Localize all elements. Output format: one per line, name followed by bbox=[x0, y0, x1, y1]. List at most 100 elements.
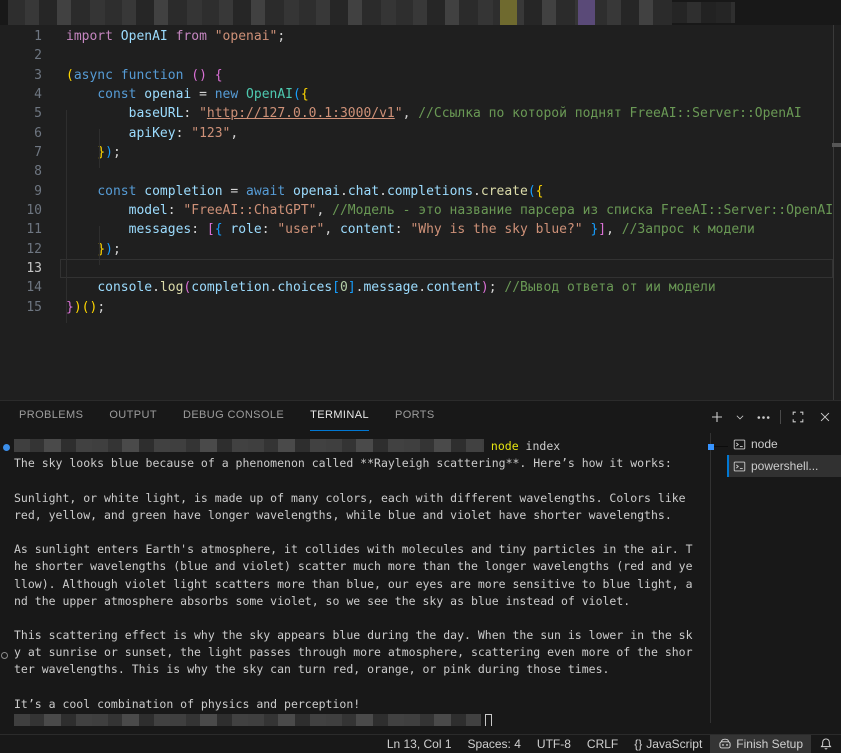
command-decoration-dot[interactable] bbox=[3, 444, 10, 451]
redacted-text bbox=[14, 714, 481, 726]
terminal-line bbox=[14, 713, 710, 726]
terminal-output[interactable]: node indexThe sky looks blue because of … bbox=[0, 434, 710, 726]
terminal-icon bbox=[733, 438, 746, 451]
bell-icon bbox=[819, 737, 833, 751]
titlebar-redacted bbox=[0, 0, 841, 25]
code-text: baseURL: "http://127.0.0.1:3000/v1", //С… bbox=[60, 104, 833, 123]
code-line-3[interactable]: 3(async function () { bbox=[0, 66, 833, 85]
command-decoration-circle[interactable] bbox=[1, 652, 8, 659]
terminal-icon bbox=[733, 460, 746, 473]
code-line-14[interactable]: 14 console.log(completion.choices[0].mes… bbox=[0, 278, 833, 297]
line-number: 1 bbox=[0, 27, 42, 46]
terminal-line: nd the upper atmosphere absorbs some vio… bbox=[14, 593, 710, 610]
status-language-mode[interactable]: {} JavaScript bbox=[626, 735, 710, 753]
code-text bbox=[60, 259, 833, 278]
code-text: }); bbox=[60, 143, 833, 162]
panel-tab-ports[interactable]: PORTS bbox=[395, 401, 435, 431]
line-number: 12 bbox=[0, 240, 42, 259]
panel-header: PROBLEMS OUTPUT DEBUG CONSOLE TERMINAL PORTS bbox=[0, 401, 841, 433]
status-bar: Ln 13, Col 1 Spaces: 4 UTF-8 CRLF {} Jav… bbox=[0, 734, 841, 753]
status-encoding[interactable]: UTF-8 bbox=[529, 735, 579, 753]
code-line-13[interactable]: 13 bbox=[0, 259, 833, 278]
bottom-panel: PROBLEMS OUTPUT DEBUG CONSOLE TERMINAL PORTS bbox=[0, 400, 841, 734]
code-editor[interactable]: 1 import OpenAI from "openai";23(async fu… bbox=[0, 25, 841, 400]
code-line-6[interactable]: 6 apiKey: "123", bbox=[0, 124, 833, 143]
panel-tabs: PROBLEMS OUTPUT DEBUG CONSOLE TERMINAL PORTS bbox=[19, 401, 435, 433]
status-cursor-position[interactable]: Ln 13, Col 1 bbox=[379, 735, 460, 753]
code-text: })(); bbox=[60, 298, 833, 317]
status-indentation[interactable]: Spaces: 4 bbox=[460, 735, 529, 753]
terminal-line: ter wavelengths. This is why the sky can… bbox=[14, 661, 710, 678]
line-number: 7 bbox=[0, 143, 42, 162]
terminal-line: llow). Although violet light scatters mo… bbox=[14, 576, 710, 593]
status-notifications[interactable] bbox=[811, 735, 841, 753]
copilot-icon bbox=[718, 737, 732, 751]
status-eol[interactable]: CRLF bbox=[579, 735, 626, 753]
more-actions-icon[interactable] bbox=[753, 407, 773, 427]
redacted-text bbox=[14, 439, 484, 452]
panel-tab-debug-console[interactable]: DEBUG CONSOLE bbox=[183, 401, 284, 431]
close-panel-icon[interactable] bbox=[815, 407, 835, 427]
code-line-5[interactable]: 5 baseURL: "http://127.0.0.1:3000/v1", /… bbox=[0, 104, 833, 123]
overview-ruler-marker bbox=[832, 143, 841, 147]
terminal-line: Sunlight, or white light, is made up of … bbox=[14, 490, 710, 507]
terminal-cursor bbox=[485, 714, 492, 726]
line-number: 4 bbox=[0, 85, 42, 104]
line-number: 10 bbox=[0, 201, 42, 220]
terminal-label: powershell... bbox=[751, 459, 818, 473]
terminal-line: This scattering effect is why the sky ap… bbox=[14, 627, 710, 644]
terminal-line: The sky looks blue because of a phenomen… bbox=[14, 455, 710, 472]
editor-lines: 1 import OpenAI from "openai";23(async fu… bbox=[0, 27, 833, 317]
code-text: const openai = new OpenAI({ bbox=[60, 85, 833, 104]
terminal-line: node index bbox=[14, 438, 710, 455]
code-line-2[interactable]: 2 bbox=[0, 46, 833, 65]
code-line-8[interactable]: 8 bbox=[0, 162, 833, 181]
redacted-tabs-2 bbox=[672, 2, 735, 23]
redacted-accent-1 bbox=[500, 0, 517, 25]
panel-actions bbox=[707, 405, 835, 429]
line-number: 14 bbox=[0, 278, 42, 297]
terminal-line bbox=[14, 679, 710, 696]
indent-guide bbox=[66, 110, 67, 323]
new-terminal-icon[interactable] bbox=[707, 407, 727, 427]
code-text: console.log(completion.choices[0].messag… bbox=[60, 278, 833, 297]
redacted-accent-2 bbox=[578, 0, 595, 25]
code-line-11[interactable]: 11 messages: [{ role: "user", content: "… bbox=[0, 220, 833, 239]
code-line-4[interactable]: 4 const openai = new OpenAI({ bbox=[0, 85, 833, 104]
code-line-12[interactable]: 12 }); bbox=[0, 240, 833, 259]
line-number: 13 bbox=[0, 259, 42, 278]
line-number: 3 bbox=[0, 66, 42, 85]
chevron-down-icon[interactable] bbox=[734, 407, 746, 427]
terminal-list-item-powershell[interactable]: powershell... bbox=[727, 455, 841, 477]
code-line-9[interactable]: 9 const completion = await openai.chat.c… bbox=[0, 182, 833, 201]
code-line-7[interactable]: 7 }); bbox=[0, 143, 833, 162]
code-line-10[interactable]: 10 model: "FreeAI::ChatGPT", //Модель - … bbox=[0, 201, 833, 220]
code-line-15[interactable]: 15 })(); bbox=[0, 298, 833, 317]
actions-divider bbox=[780, 410, 781, 424]
panel-tab-terminal[interactable]: TERMINAL bbox=[310, 401, 369, 431]
code-text: apiKey: "123", bbox=[60, 124, 833, 143]
indent-guide bbox=[99, 226, 100, 265]
terminal-list-item-node[interactable]: node bbox=[727, 433, 841, 455]
terminal-separator bbox=[710, 433, 711, 723]
code-text: import OpenAI from "openai"; bbox=[60, 27, 833, 46]
code-line-1[interactable]: 1 import OpenAI from "openai"; bbox=[0, 27, 833, 46]
line-number: 11 bbox=[0, 220, 42, 239]
code-text: const completion = await openai.chat.com… bbox=[60, 182, 833, 201]
terminal-line: he shorter wavelengths (blue and violet)… bbox=[14, 558, 710, 575]
panel-tab-output[interactable]: OUTPUT bbox=[109, 401, 157, 431]
indent-guide bbox=[99, 129, 100, 168]
line-number: 5 bbox=[0, 104, 42, 123]
panel-tab-problems[interactable]: PROBLEMS bbox=[19, 401, 83, 431]
terminal-line: It’s a cool combination of physics and p… bbox=[14, 696, 710, 713]
editor-scrollbar[interactable] bbox=[833, 25, 834, 400]
code-text: }); bbox=[60, 240, 833, 259]
line-number: 8 bbox=[0, 162, 42, 181]
line-number: 15 bbox=[0, 298, 42, 317]
terminal-line bbox=[14, 472, 710, 489]
terminal-line bbox=[14, 524, 710, 541]
code-text bbox=[60, 162, 833, 181]
maximize-panel-icon[interactable] bbox=[788, 407, 808, 427]
status-finish-setup[interactable]: Finish Setup bbox=[710, 735, 811, 753]
terminal-line: red, yellow, and green have longer wavel… bbox=[14, 507, 710, 524]
